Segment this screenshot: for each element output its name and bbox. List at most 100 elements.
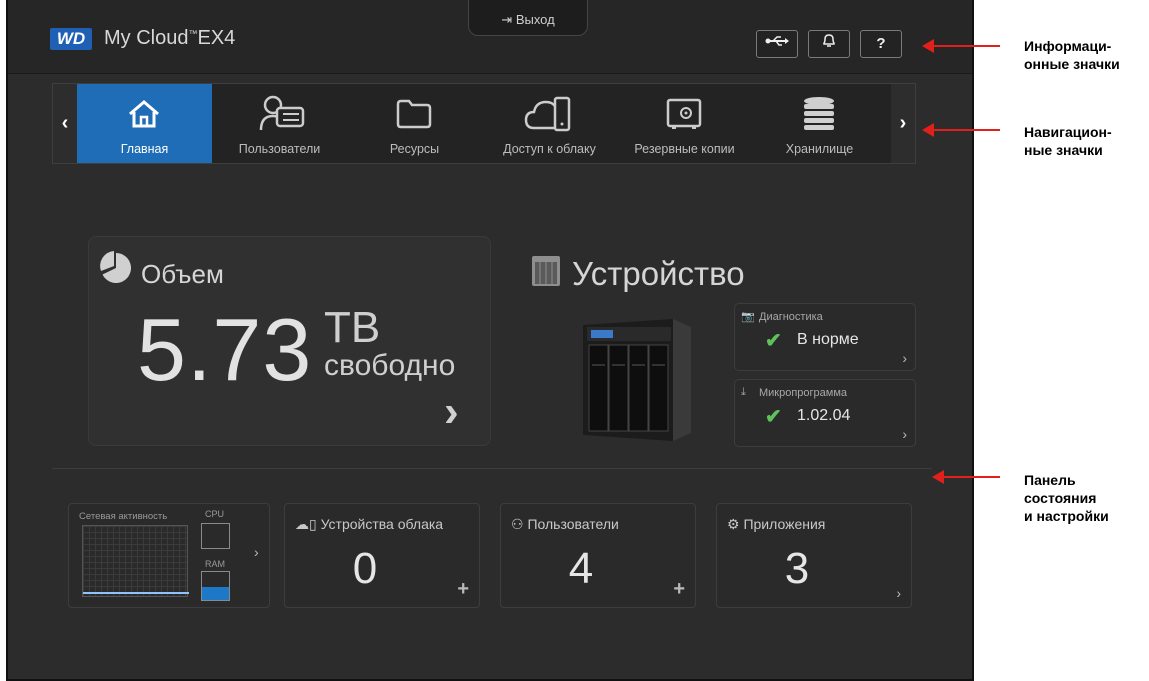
cloud-device-icon <box>524 96 571 132</box>
app-title-name: My Cloud <box>104 27 189 49</box>
ram-meter-fill <box>202 587 229 600</box>
network-activity-label: Сетевая активность <box>79 511 168 522</box>
nav-item-label: Ресурсы <box>389 142 440 156</box>
capacity-unit: TB <box>324 303 381 352</box>
apps-count: 3 <box>784 544 810 593</box>
chevron-right-icon[interactable]: › <box>254 544 259 560</box>
annotation-line: ные значки <box>1024 142 1103 158</box>
apps-card[interactable]: ⚙ Приложения 3 › <box>716 503 912 608</box>
device-small-icon <box>532 256 560 286</box>
annotation-nav-icons: Навигацион- ные значки <box>1024 123 1112 159</box>
ram-meter <box>201 571 230 601</box>
users-small-icon: ⚇ <box>511 516 528 532</box>
annotation-line: состояния <box>1024 490 1097 506</box>
check-icon: ✔ <box>765 330 782 352</box>
diagnostics-label: Диагностика <box>759 311 823 323</box>
capacity-arrow-icon[interactable]: › <box>444 387 459 437</box>
network-graph-line <box>83 592 189 594</box>
logout-label: Выход <box>515 12 555 27</box>
cloud-devices-card[interactable]: ☁▯ Устройства облака 0 + <box>284 503 480 608</box>
capacity-value: 5.73 <box>137 300 313 399</box>
annotation-info-icons: Информаци- онные значки <box>1024 37 1120 73</box>
nav-item-label: Доступ к облаку <box>503 142 596 156</box>
annotation-arrow-head <box>922 39 934 53</box>
alerts-button[interactable] <box>808 30 850 58</box>
users-card[interactable]: ⚇ Пользователи 4 + <box>500 503 696 608</box>
network-graph <box>82 525 189 597</box>
cpu-meter <box>201 523 230 549</box>
nav-item-label: Хранилище <box>785 142 854 156</box>
nas-device-image <box>583 319 691 441</box>
download-icon: ⤓ <box>741 386 746 398</box>
apps-small-icon: ⚙ <box>727 516 744 532</box>
top-bar: WD My Cloud™EX4 ⇥ Выход ? <box>8 0 972 74</box>
annotation-arrow-line <box>932 45 1000 47</box>
annotation-line: Навигацион- <box>1024 124 1112 140</box>
camera-icon: 📷 <box>741 311 755 323</box>
pie-chart-icon <box>100 251 132 283</box>
home-icon <box>129 100 159 128</box>
help-icon: ? <box>876 35 886 52</box>
diagnostics-value: В норме <box>797 331 859 348</box>
status-separator <box>52 468 932 469</box>
annotation-arrow-line <box>942 476 1000 478</box>
device-title: Устройство <box>572 255 745 292</box>
nav-item-label: Главная <box>120 142 169 156</box>
capacity-panel[interactable]: Объем 5.73 TB свободно › <box>88 236 491 446</box>
annotation-line: и настройки <box>1024 508 1109 524</box>
nav-item-backups[interactable]: Резервные копии <box>617 84 752 163</box>
annotation-line: Панель <box>1024 472 1076 488</box>
chevron-right-icon: › <box>902 350 907 366</box>
users-count: 4 <box>568 544 594 593</box>
nav-prev-button[interactable]: ‹ <box>53 84 77 163</box>
nav-item-home[interactable]: Главная <box>77 84 212 163</box>
cloud-device-small-icon: ☁▯ <box>295 516 321 532</box>
users-title: Пользователи <box>527 516 619 532</box>
annotation-arrow-line <box>932 129 1000 131</box>
annotation-arrow-head <box>922 123 934 137</box>
logout-button[interactable]: ⇥ Выход <box>468 0 588 36</box>
capacity-suffix: свободно <box>324 349 456 382</box>
nav-bar: ‹ Главная Пользователи Ресурсы Доступ к … <box>52 83 916 164</box>
nav-item-users[interactable]: Пользователи <box>212 84 347 163</box>
annotation-arrow-head <box>932 470 944 484</box>
annotation-line: Информаци- <box>1024 38 1112 54</box>
storage-icon <box>804 97 834 130</box>
chevron-right-icon: › <box>902 426 907 442</box>
nav-item-label: Резервные копии <box>634 142 735 156</box>
nav-item-cloud-access[interactable]: Доступ к облаку <box>482 84 617 163</box>
nav-next-button[interactable]: › <box>891 84 915 163</box>
dashboard-window: WD My Cloud™EX4 ⇥ Выход ? ‹ Главная Поль… <box>6 0 974 681</box>
annotation-line: онные значки <box>1024 56 1120 72</box>
annotation-status-panel: Панель состояния и настройки <box>1024 471 1109 525</box>
ram-label: RAM <box>205 559 225 569</box>
safe-icon <box>666 98 702 129</box>
nav-item-shares[interactable]: Ресурсы <box>347 84 482 163</box>
app-title: My Cloud™EX4 <box>104 27 235 50</box>
usb-icon <box>765 36 789 46</box>
cpu-label: CPU <box>205 509 225 519</box>
apps-title: Приложения <box>743 516 826 532</box>
cloud-devices-count: 0 <box>352 544 378 593</box>
usb-button[interactable] <box>756 30 798 58</box>
add-user-button[interactable]: + <box>673 578 685 601</box>
network-activity-card[interactable]: Сетевая активность CPU RAM › <box>68 503 270 608</box>
firmware-label: Микропрограмма <box>759 387 848 399</box>
diagnostics-card[interactable]: 📷 Диагностика ✔ В норме › <box>734 303 916 371</box>
wd-logo: WD <box>50 28 92 50</box>
firmware-value: 1.02.04 <box>797 407 851 424</box>
help-button[interactable]: ? <box>860 30 902 58</box>
nav-item-storage[interactable]: Хранилище <box>752 84 887 163</box>
chevron-right-icon[interactable]: › <box>896 585 901 601</box>
add-cloud-device-button[interactable]: + <box>457 578 469 601</box>
firmware-card[interactable]: ⤓ Микропрограмма ✔ 1.02.04 › <box>734 379 916 447</box>
cloud-devices-title: Устройства облака <box>320 516 444 532</box>
folder-icon <box>396 99 432 129</box>
exit-icon: ⇥ <box>501 12 513 27</box>
check-icon: ✔ <box>765 406 782 428</box>
capacity-title: Объем <box>141 259 224 289</box>
nav-item-label: Пользователи <box>238 142 321 156</box>
users-icon <box>259 95 305 131</box>
app-model: EX4 <box>197 27 236 49</box>
bell-icon <box>823 34 835 47</box>
